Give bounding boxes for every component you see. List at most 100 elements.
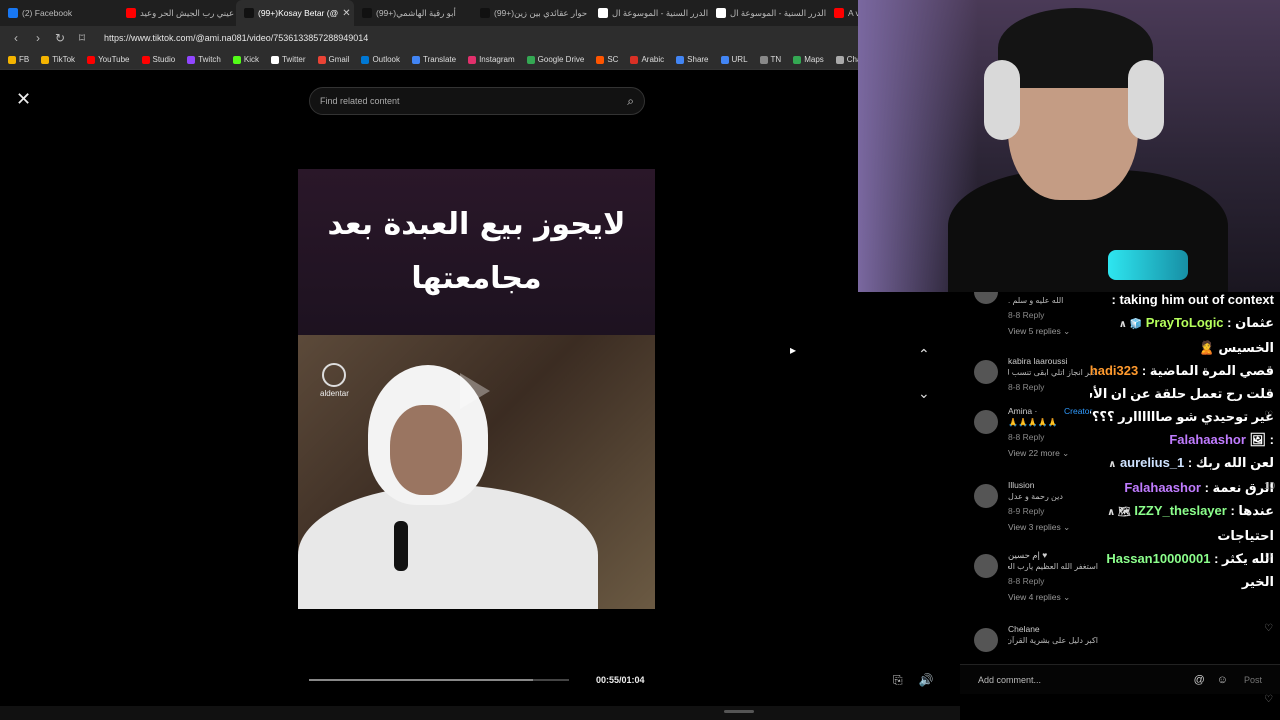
tab-favicon-icon [362,8,372,18]
search-icon[interactable]: ⌕ [627,94,634,109]
bookmark-item[interactable]: Google Drive [526,55,585,64]
view-replies-button[interactable]: View 3 replies ⌄ [1008,522,1070,533]
bookmark-item[interactable]: Maps [793,55,824,64]
chat-username[interactable]: Falahaashor [1124,480,1201,495]
view-replies-button[interactable]: View 5 replies ⌄ [1008,326,1070,337]
bookmark-label: Google Drive [537,55,585,64]
bookmark-favicon-icon [317,55,326,64]
like-heart-icon[interactable]: ♡ [1264,410,1275,421]
view-replies-button[interactable]: View 22 more ⌄ [1008,448,1069,459]
like-heart-icon[interactable]: ♡ [1264,694,1275,705]
view-replies-button[interactable]: View 4 replies ⌄ [1008,592,1070,603]
like-heart-icon[interactable]: ♡ [1264,623,1275,634]
chat-message: الرق نعمة : Falahaashor [1090,476,1280,499]
mention-icon[interactable]: @ [1194,674,1205,686]
emoji-icon[interactable]: ☺ [1217,674,1228,686]
bookmark-label: TikTok [52,55,76,64]
play-icon[interactable] [460,373,490,409]
browser-tab[interactable]: (99+)حوار عقائدي بين زين [472,0,590,26]
browser-tab[interactable]: (99+)أبو رقية الهاشمي [354,0,472,26]
avatar[interactable] [974,628,998,652]
previous-video-button[interactable]: ⌃ [918,346,930,363]
bookmark-item[interactable]: Outlook [361,55,400,64]
comment-meta[interactable]: 8-8 Reply [1008,310,1044,320]
avatar[interactable] [974,410,998,434]
search-placeholder: Find related content [320,96,400,106]
volume-icon[interactable]: 🔊 [919,673,934,688]
browser-tab[interactable]: عيني رب الجيش الحر وعيد [118,0,236,26]
browser-tab[interactable]: الدرر السنية - الموسوعة ال [590,0,708,26]
browser-tab[interactable]: الدرر السنية - الموسوعة ال [708,0,826,26]
browser-tab[interactable]: (99+)Kosay Betar (@ ✕ [236,0,354,26]
avatar[interactable] [974,360,998,384]
video-progress-bar[interactable] [309,679,569,681]
post-button[interactable]: Post [1244,675,1262,685]
bookmark-item[interactable]: Share [676,55,709,64]
chat-username[interactable]: aurelius_1 [1120,455,1184,470]
chat-username[interactable]: IZZY_theslayer [1134,503,1227,518]
video-title-overlay: لايجوز بيع العبدة بعد مجامعتها [298,169,655,335]
bookmark-item[interactable]: Twitter [270,55,306,64]
bookmark-item[interactable]: Chat [835,55,860,64]
caption-icon[interactable]: ⎘ [893,673,903,688]
chat-message-text: قصي المرة الماضية : [1141,363,1274,378]
reload-button[interactable]: ↻ [54,31,66,45]
close-video-button[interactable]: ✕ [16,89,31,110]
comment-meta[interactable]: 8-8 Reply [1008,576,1044,586]
bookmark-label: Kick [243,55,259,64]
tab-favicon-icon [480,8,490,18]
comment-meta[interactable]: 8-9 Reply [1008,506,1044,516]
bookmark-item[interactable]: TN [759,55,781,64]
watermark-logo-icon [322,363,347,387]
comment-meta[interactable]: 8-8 Reply [1008,382,1044,392]
bookmark-item[interactable]: Studio [141,55,175,64]
chat-username[interactable]: PrayToLogic [1146,315,1224,330]
streamer-webcam [858,0,1280,292]
add-comment-bar: Add comment... @ ☺ Post [960,664,1280,694]
add-comment-input[interactable]: Add comment... [978,675,1041,685]
bookmark-label: Maps [804,55,824,64]
bookmark-item[interactable]: Translate [412,55,456,64]
forward-button[interactable]: › [32,31,44,45]
browser-tab[interactable]: A vie [826,0,860,26]
chat-message: الخير [1090,570,1280,593]
comment-text: استغفر الله العظيم يارب العالمين [1008,562,1098,571]
chat-badge-icon: 🗺 ∧ [1107,507,1131,518]
bookmark-item[interactable]: TikTok [41,55,75,64]
bookmark-item[interactable]: SC [596,55,618,64]
url-input[interactable]: https://www.tiktok.com/@ami.na081/video/… [104,33,368,43]
avatar[interactable] [974,484,998,508]
back-button[interactable]: ‹ [10,31,22,45]
chat-message-text: غير توحيدي شو صاااااارر ؟؟؟؟ [1090,409,1274,424]
chat-username[interactable]: Falahaashor [1169,432,1246,447]
chat-username[interactable]: alhadi323 [1090,363,1138,378]
bookmark-item[interactable]: Instagram [468,55,515,64]
chat-badge-icon: ∧ [1108,459,1117,470]
browser-tab[interactable]: (2) Facebook [0,0,118,26]
bookmark-favicon-icon [412,55,421,64]
chat-username[interactable]: Hassan10000001 [1106,551,1210,566]
tab-label: (2) Facebook [22,8,73,18]
comment-like-column: ♡ 10 ♡ ♡ ♡ [1264,410,1275,705]
bookmark-item[interactable]: Gmail [317,55,349,64]
like-heart-icon[interactable]: ♡ [1264,552,1275,563]
search-input[interactable]: Find related content ⌕ [309,87,645,115]
bookmark-item[interactable]: URL [720,55,748,64]
microphone-icon [1108,250,1188,280]
bookmark-item[interactable]: Arabic [630,55,664,64]
comment-meta[interactable]: 8-8 Reply [1008,432,1044,442]
bookmark-item[interactable]: Twitch [187,55,221,64]
bookmark-item[interactable]: FB [8,55,29,64]
avatar[interactable] [974,554,998,578]
bookmark-favicon-icon [361,55,370,64]
bookmark-favicon-icon [141,55,150,64]
video-player[interactable]: لايجوز بيع العبدة بعد مجامعتها aldentar [298,169,655,609]
bookmark-item[interactable]: Kick [232,55,259,64]
bookmark-favicon-icon [270,55,279,64]
close-tab-icon[interactable]: ✕ [342,8,350,19]
bookmark-item[interactable]: YouTube [87,55,130,64]
next-video-button[interactable]: ⌄ [918,385,930,402]
avatar[interactable] [974,290,998,304]
video-progress-fill [309,679,533,681]
bookmark-icon[interactable]: ⌑ [76,31,88,45]
